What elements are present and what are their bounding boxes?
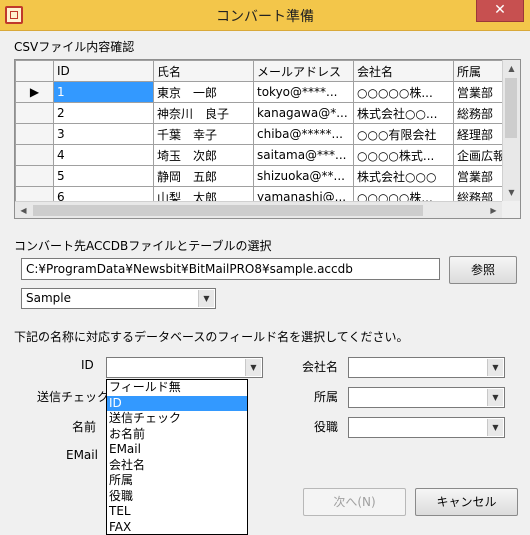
row-header[interactable] bbox=[16, 166, 54, 187]
table-cell[interactable]: shizuoka@**... bbox=[254, 166, 354, 187]
table-cell[interactable]: ○○○○株式... bbox=[354, 145, 454, 166]
csv-section-label: CSVファイル内容確認 bbox=[14, 38, 134, 55]
vertical-scroll-thumb[interactable] bbox=[505, 78, 517, 138]
table-cell[interactable]: chiba@*****... bbox=[254, 124, 354, 145]
table-select-value: Sample bbox=[26, 291, 71, 305]
grid-horizontal-scrollbar[interactable]: ◀ ▶ bbox=[15, 201, 502, 219]
close-button[interactable]: ✕ bbox=[476, 0, 524, 22]
field-select-position[interactable]: ▼ bbox=[348, 417, 505, 438]
field-label-name: 名前 bbox=[72, 418, 96, 435]
field-label-send-check: 送信チェック bbox=[37, 388, 109, 405]
table-cell[interactable]: 千葉 幸子 bbox=[154, 124, 254, 145]
field-select-id[interactable]: ▼ bbox=[106, 357, 263, 378]
grid-header-row: ID 氏名 メールアドレス 会社名 所属 bbox=[16, 61, 518, 82]
table-cell[interactable]: 静岡 五郎 bbox=[154, 166, 254, 187]
table-cell[interactable]: ○○○○○株... bbox=[354, 82, 454, 103]
table-cell[interactable]: 1 bbox=[54, 82, 154, 103]
table-cell[interactable]: 5 bbox=[54, 166, 154, 187]
table-row[interactable]: ▶1東京 一郎tokyo@****...○○○○○株...営業部 bbox=[16, 82, 518, 103]
mapping-instruction: 下記の名称に対応するデータベースのフィールド名を選択してください。 bbox=[14, 328, 408, 345]
table-cell[interactable]: 埼玉 次郎 bbox=[154, 145, 254, 166]
field-label-company: 会社名 bbox=[302, 358, 338, 375]
field-label-position: 役職 bbox=[314, 418, 338, 435]
csv-table: ID 氏名 メールアドレス 会社名 所属 ▶1東京 一郎tokyo@****..… bbox=[15, 60, 518, 208]
chevron-down-icon[interactable]: ▼ bbox=[487, 389, 503, 406]
table-cell[interactable]: 東京 一郎 bbox=[154, 82, 254, 103]
scroll-down-icon[interactable]: ▼ bbox=[503, 184, 520, 201]
table-cell[interactable]: 株式会社○○... bbox=[354, 103, 454, 124]
scroll-right-icon[interactable]: ▶ bbox=[485, 202, 502, 219]
field-select-department[interactable]: ▼ bbox=[348, 387, 505, 408]
chevron-down-icon[interactable]: ▼ bbox=[487, 419, 503, 436]
dropdown-option[interactable]: EMail bbox=[107, 442, 247, 458]
table-cell[interactable]: 神奈川 良子 bbox=[154, 103, 254, 124]
dropdown-option[interactable]: ID bbox=[107, 396, 247, 412]
scroll-up-icon[interactable]: ▲ bbox=[503, 60, 520, 77]
dropdown-option[interactable]: TEL bbox=[107, 504, 247, 520]
title-bar: コンバート準備 ✕ bbox=[0, 0, 530, 31]
row-header-corner bbox=[16, 61, 54, 82]
horizontal-scroll-thumb[interactable] bbox=[33, 205, 423, 216]
scroll-left-icon[interactable]: ◀ bbox=[15, 202, 32, 219]
target-section-label: コンバート先ACCDBファイルとテーブルの選択 bbox=[14, 237, 272, 254]
scrollbar-corner bbox=[502, 201, 520, 218]
table-row[interactable]: 5静岡 五郎shizuoka@**...株式会社○○○営業部 bbox=[16, 166, 518, 187]
accdb-path-input[interactable]: C:¥ProgramData¥Newsbit¥BitMailPRO8¥sampl… bbox=[21, 258, 440, 280]
field-label-email: EMail bbox=[66, 448, 98, 462]
table-row[interactable]: 2神奈川 良子kanagawa@*...株式会社○○...総務部 bbox=[16, 103, 518, 124]
column-header-id[interactable]: ID bbox=[54, 61, 154, 82]
browse-button[interactable]: 参照 bbox=[449, 256, 517, 284]
field-select-company[interactable]: ▼ bbox=[348, 357, 505, 378]
row-header[interactable] bbox=[16, 103, 54, 124]
table-cell[interactable]: tokyo@****... bbox=[254, 82, 354, 103]
column-header-company[interactable]: 会社名 bbox=[354, 61, 454, 82]
dropdown-option[interactable]: 会社名 bbox=[107, 458, 247, 474]
table-select[interactable]: Sample ▼ bbox=[21, 288, 216, 309]
chevron-down-icon[interactable]: ▼ bbox=[487, 359, 503, 376]
table-cell[interactable]: kanagawa@*... bbox=[254, 103, 354, 124]
column-header-email[interactable]: メールアドレス bbox=[254, 61, 354, 82]
field-dropdown-list[interactable]: フィールド無ID送信チェックお名前EMail会社名所属役職TELFAXメール送信 bbox=[106, 379, 248, 535]
dropdown-option[interactable]: お名前 bbox=[107, 427, 247, 443]
cancel-button[interactable]: キャンセル bbox=[415, 488, 518, 516]
table-cell[interactable]: 2 bbox=[54, 103, 154, 124]
field-label-id: ID bbox=[81, 358, 94, 372]
table-cell[interactable]: 4 bbox=[54, 145, 154, 166]
dropdown-option[interactable]: フィールド無 bbox=[107, 380, 247, 396]
next-button[interactable]: 次へ(N) bbox=[303, 488, 406, 516]
dropdown-option[interactable]: 送信チェック bbox=[107, 411, 247, 427]
window-title: コンバート準備 bbox=[0, 6, 530, 26]
dropdown-option[interactable]: 役職 bbox=[107, 489, 247, 505]
table-row[interactable]: 4埼玉 次郎saitama@***...○○○○株式...企画広報 bbox=[16, 145, 518, 166]
row-header[interactable] bbox=[16, 124, 54, 145]
grid-body: ▶1東京 一郎tokyo@****...○○○○○株...営業部2神奈川 良子k… bbox=[16, 82, 518, 208]
grid-vertical-scrollbar[interactable]: ▲ ▼ bbox=[502, 60, 520, 201]
row-header[interactable]: ▶ bbox=[16, 82, 54, 103]
table-cell[interactable]: saitama@***... bbox=[254, 145, 354, 166]
table-cell[interactable]: 3 bbox=[54, 124, 154, 145]
chevron-down-icon[interactable]: ▼ bbox=[198, 290, 214, 307]
table-cell[interactable]: 株式会社○○○ bbox=[354, 166, 454, 187]
field-label-department: 所属 bbox=[314, 388, 338, 405]
row-header[interactable] bbox=[16, 145, 54, 166]
csv-data-grid[interactable]: ID 氏名 メールアドレス 会社名 所属 ▶1東京 一郎tokyo@****..… bbox=[14, 59, 521, 219]
table-cell[interactable]: ○○○有限会社 bbox=[354, 124, 454, 145]
chevron-down-icon[interactable]: ▼ bbox=[245, 359, 261, 376]
table-row[interactable]: 3千葉 幸子chiba@*****...○○○有限会社経理部 bbox=[16, 124, 518, 145]
dropdown-option[interactable]: 所属 bbox=[107, 473, 247, 489]
column-header-name[interactable]: 氏名 bbox=[154, 61, 254, 82]
